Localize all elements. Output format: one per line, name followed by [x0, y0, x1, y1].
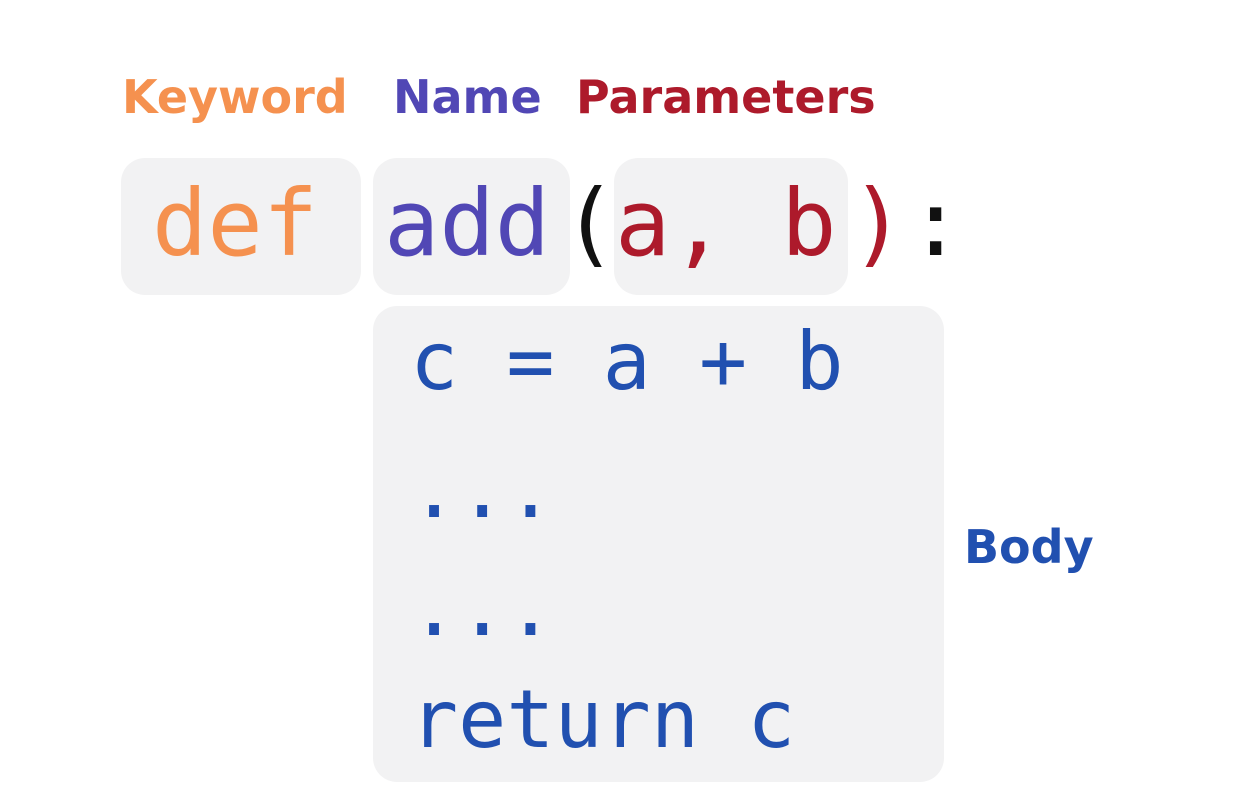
body-line-assignment: c = a + b: [410, 315, 844, 408]
name-label: Name: [393, 70, 542, 124]
parameters-label: Parameters: [576, 70, 876, 124]
colon-token: :: [908, 170, 964, 277]
open-paren-token: (: [562, 170, 618, 277]
keyword-label: Keyword: [122, 70, 348, 124]
body-line-ellipsis: ...: [410, 443, 555, 536]
body-line-ellipsis: ...: [410, 561, 555, 654]
body-line-return: return c: [410, 673, 796, 766]
close-paren-token: ): [850, 170, 906, 277]
keyword-token: def: [152, 170, 319, 277]
parameters-token: a, b: [615, 170, 837, 277]
function-name-token: add: [384, 170, 551, 277]
body-label: Body: [964, 520, 1094, 574]
